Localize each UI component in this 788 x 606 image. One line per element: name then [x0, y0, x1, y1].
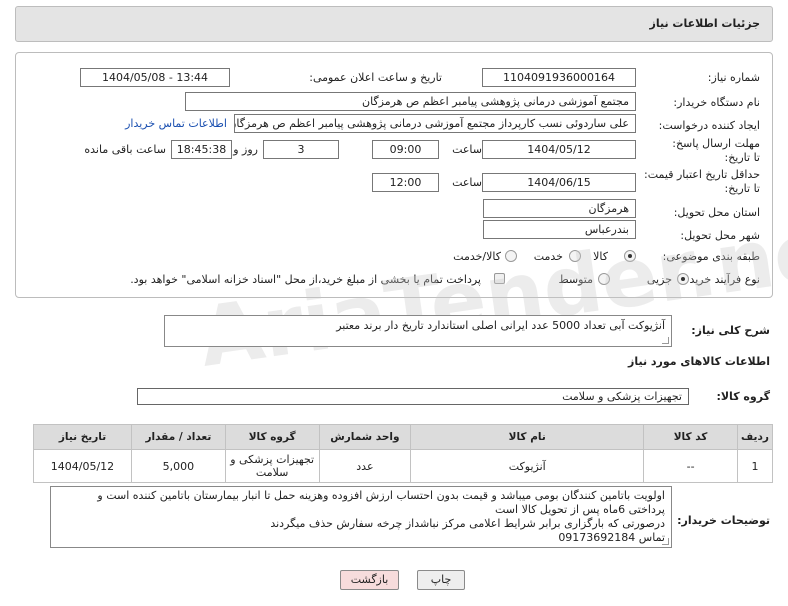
category-radio-goods-service[interactable] [505, 250, 517, 262]
col-header-unit: واحد شمارش [318, 424, 412, 450]
price-validity-label: حداقل تاریخ اعتبار قیمت: تا تاریخ: [644, 168, 760, 195]
category-radio-goods[interactable] [624, 250, 636, 262]
buyer-org-label: نام دستگاه خریدار: [673, 96, 760, 109]
goods-group-label: گروه کالا: [716, 390, 770, 403]
requester-label: ایجاد کننده درخواست: [658, 119, 760, 132]
table-header-row: ردیف کد کالا نام کالا واحد شمارش گروه کا… [33, 424, 774, 450]
remaining-time-field: 18:45:38 [171, 140, 232, 159]
requester-field: علی سارد‌وئی نسب کارپرداز مجتمع آموزشی د… [234, 114, 636, 133]
treasury-checkbox[interactable] [494, 273, 505, 284]
delivery-province-field: هرمزگان [483, 199, 636, 218]
page-header: جزئیات اطلاعات نیاز [15, 6, 773, 42]
goods-table: ردیف کد کالا نام کالا واحد شمارش گروه کا… [33, 424, 774, 483]
goods-group-field: تجهیزات پزشکی و سلامت [137, 388, 689, 405]
buyer-org-field: مجتمع آموزشی درمانی پژوهشی پیامبر اعظم ص… [185, 92, 636, 111]
category-option-goods-service: کالا/خدمت [453, 250, 501, 263]
cell-date: 1404/05/12 [33, 449, 132, 483]
announce-datetime-field: 1404/05/08 - 13:44 [80, 68, 230, 87]
buyer-notes-line: اولویت باتامین کنندگان بومی میباشد و قیم… [97, 489, 665, 502]
summary-textarea[interactable]: آنژیوکت آبی تعداد 5000 عدد ایرانی اصلی ا… [164, 315, 672, 347]
table-row: 1 -- آنژیوکت عدد تجهیزات پزشکی و سلامت 5… [33, 449, 774, 483]
remaining-time-label: ساعت باقی مانده [84, 143, 166, 156]
col-header-qty: تعداد / مقدار [130, 424, 226, 450]
remaining-days-field: 3 [263, 140, 339, 159]
page-title: جزئیات اطلاعات نیاز [649, 17, 761, 30]
cell-code: -- [643, 449, 738, 483]
cell-name: آنژیوکت [410, 449, 645, 483]
summary-text: آنژیوکت آبی تعداد 5000 عدد ایرانی اصلی ا… [336, 319, 665, 332]
price-validity-time-field: 12:00 [372, 173, 439, 192]
buyer-notes-textarea[interactable]: اولویت باتامین کنندگان بومی میباشد و قیم… [50, 486, 672, 548]
resize-grip-icon[interactable] [662, 337, 669, 344]
price-validity-time-label: ساعت [452, 176, 482, 189]
buyer-notes-label: توضیحات خریدار: [677, 514, 770, 527]
delivery-province-label: استان محل تحویل: [673, 206, 760, 219]
category-option-service: خدمت [533, 250, 563, 263]
delivery-city-label: شهر محل تحویل: [680, 229, 760, 242]
announce-datetime-label: تاریخ و ساعت اعلان عمومی: [309, 71, 442, 84]
category-radio-service[interactable] [569, 250, 581, 262]
resize-grip-icon[interactable] [662, 538, 669, 545]
back-button[interactable]: بازگشت [340, 570, 399, 590]
goods-section-title: اطلاعات کالاهای مورد نیاز [628, 355, 770, 368]
reply-deadline-time-label: ساعت [452, 143, 482, 156]
reply-deadline-time-field: 09:00 [372, 140, 439, 159]
buyer-notes-line: پرداختی 6ماه پس از تحویل کالا است [495, 503, 665, 516]
col-header-code: کد کالا [643, 424, 738, 450]
cell-unit: عدد [318, 449, 412, 483]
buyer-contact-link[interactable]: اطلاعات تماس خریدار [125, 117, 227, 130]
print-button[interactable]: چاپ [417, 570, 465, 590]
cell-group: تجهیزات پزشکی و سلامت [224, 449, 320, 483]
remaining-days-label: روز و [233, 143, 258, 156]
process-option-medium: متوسط [558, 273, 593, 286]
process-radio-minor[interactable] [677, 273, 689, 285]
col-header-group: گروه کالا [224, 424, 320, 450]
need-number-label: شماره نیاز: [707, 71, 760, 84]
need-number-field: 1104091936000164 [482, 68, 636, 87]
buyer-notes-line: تماس 09173692184 [558, 531, 665, 544]
cell-qty: 5,000 [130, 449, 226, 483]
cell-index: 1 [736, 449, 774, 483]
reply-deadline-date-field: 1404/05/12 [482, 140, 636, 159]
col-header-name: نام کالا [410, 424, 645, 450]
process-radio-medium[interactable] [598, 273, 610, 285]
category-label: طبقه بندی موضوعی: [662, 250, 760, 263]
summary-label: شرح کلی نیاز: [691, 324, 770, 337]
col-header-date: تاریخ نیاز [33, 424, 132, 450]
process-option-minor: جزیی [646, 273, 672, 286]
col-header-index: ردیف [736, 424, 774, 450]
buyer-notes-line: درصورتی که بارگزاری برابر شرایط اعلامی م… [270, 517, 665, 530]
delivery-city-field: بندرعباس [483, 220, 636, 239]
category-option-goods: کالا [593, 250, 608, 263]
purchase-process-label: نوع فرآیند خرید : [682, 273, 760, 286]
price-validity-date-field: 1404/06/15 [482, 173, 636, 192]
treasury-note: پرداخت تمام یا بخشی از مبلغ خرید،از محل … [130, 273, 481, 286]
reply-deadline-label: مهلت ارسال پاسخ: تا تاریخ: [672, 137, 760, 164]
